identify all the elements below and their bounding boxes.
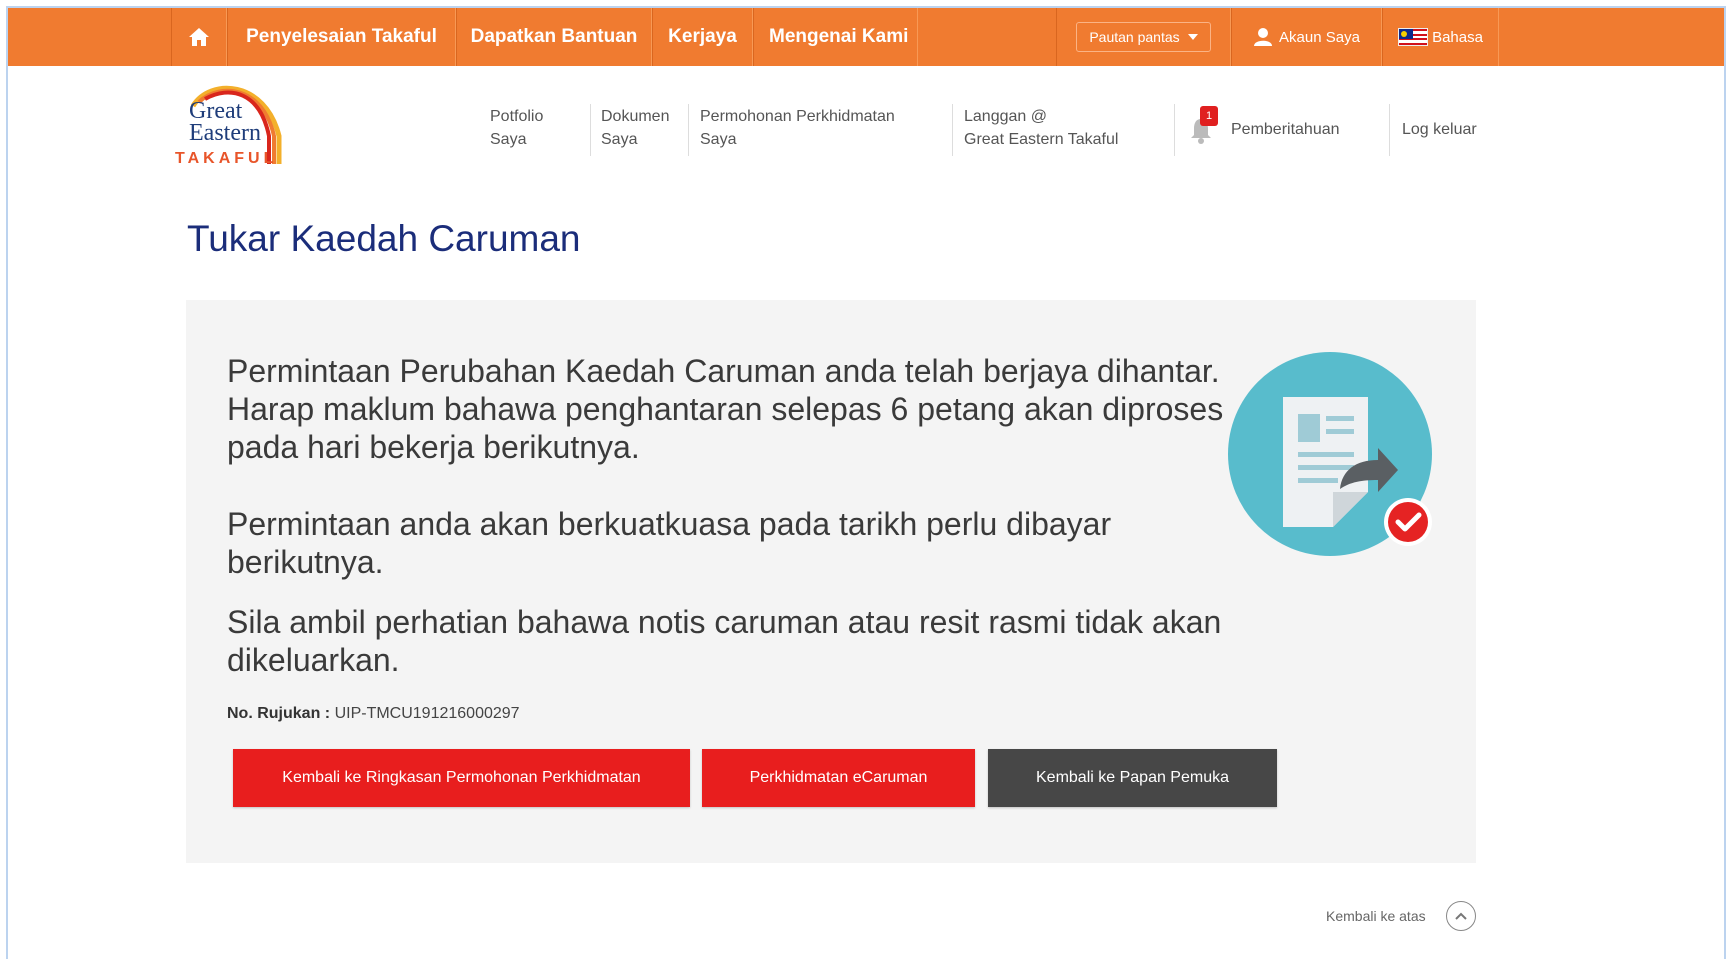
account-link[interactable]: Akaun Saya bbox=[1231, 8, 1382, 66]
divider bbox=[1174, 104, 1175, 156]
home-button[interactable] bbox=[171, 8, 227, 66]
nav-service-requests[interactable]: Permohonan Perkhidmatan Saya bbox=[700, 105, 895, 151]
user-icon bbox=[1253, 27, 1273, 47]
nav-portfolio[interactable]: Potfolio Saya bbox=[490, 105, 543, 151]
effective-date-message: Permintaan anda akan berkuatkuasa pada t… bbox=[227, 506, 1112, 580]
language-selector[interactable]: Bahasa bbox=[1382, 8, 1499, 66]
nav-kerjaya[interactable]: Kerjaya bbox=[652, 8, 753, 66]
back-to-service-summary-button[interactable]: Kembali ke Ringkasan Permohonan Perkhidm… bbox=[233, 749, 690, 807]
back-to-top-label: Kembali ke atas bbox=[1326, 908, 1426, 924]
chevron-up-icon bbox=[1445, 901, 1476, 931]
quick-links-label: Pautan pantas bbox=[1089, 29, 1180, 45]
language-label: Bahasa bbox=[1432, 28, 1483, 46]
nav-documents[interactable]: Dokumen Saya bbox=[601, 105, 669, 151]
notification-count-badge: 1 bbox=[1200, 106, 1218, 126]
back-to-top-link[interactable]: Kembali ke atas bbox=[1326, 901, 1476, 931]
chevron-down-icon bbox=[1187, 34, 1198, 40]
notice-message: Sila ambil perhatian bahawa notis caruma… bbox=[227, 604, 1222, 678]
home-icon bbox=[188, 27, 210, 47]
ecaruman-service-button[interactable]: Perkhidmatan eCaruman bbox=[702, 749, 975, 807]
quick-links-dropdown[interactable]: Pautan pantas bbox=[1076, 22, 1211, 52]
logo-takaful-text: TAKAFUL bbox=[175, 150, 278, 167]
reference-value: UIP-TMCU191216000297 bbox=[334, 705, 520, 722]
document-submitted-icon bbox=[1228, 352, 1438, 562]
back-to-dashboard-button[interactable]: Kembali ke Papan Pemuka bbox=[988, 749, 1277, 807]
success-message: Permintaan Perubahan Kaedah Caruman anda… bbox=[227, 353, 1224, 465]
malaysia-flag-icon bbox=[1398, 28, 1429, 46]
reference-number: No. Rujukan : UIP-TMCU191216000297 bbox=[227, 705, 520, 723]
quick-links-cell: Pautan pantas bbox=[1056, 8, 1231, 66]
nav-notifications[interactable]: Pemberitahuan bbox=[1231, 118, 1340, 141]
divider bbox=[590, 104, 591, 156]
nav-dapatkan-bantuan[interactable]: Dapatkan Bantuan bbox=[456, 8, 652, 66]
great-eastern-takaful-logo[interactable]: Great Eastern TAKAFUL bbox=[175, 84, 300, 170]
nav-mengenai-kami[interactable]: Mengenai Kami bbox=[753, 8, 918, 66]
top-navigation-bar: Penyelesaian Takaful Dapatkan Bantuan Ke… bbox=[8, 8, 1724, 66]
divider bbox=[688, 104, 689, 156]
divider bbox=[1389, 104, 1390, 156]
page-title: Tukar Kaedah Caruman bbox=[187, 218, 581, 259]
logout-link[interactable]: Log keluar bbox=[1402, 118, 1477, 141]
reference-label: No. Rujukan : bbox=[227, 705, 331, 722]
logo-text: Great Eastern bbox=[189, 98, 261, 146]
divider bbox=[952, 104, 953, 156]
nav-penyelesaian-takaful[interactable]: Penyelesaian Takaful bbox=[227, 8, 456, 66]
nav-subscribe[interactable]: Langgan @ Great Eastern Takaful bbox=[964, 105, 1118, 151]
account-label: Akaun Saya bbox=[1279, 28, 1360, 46]
